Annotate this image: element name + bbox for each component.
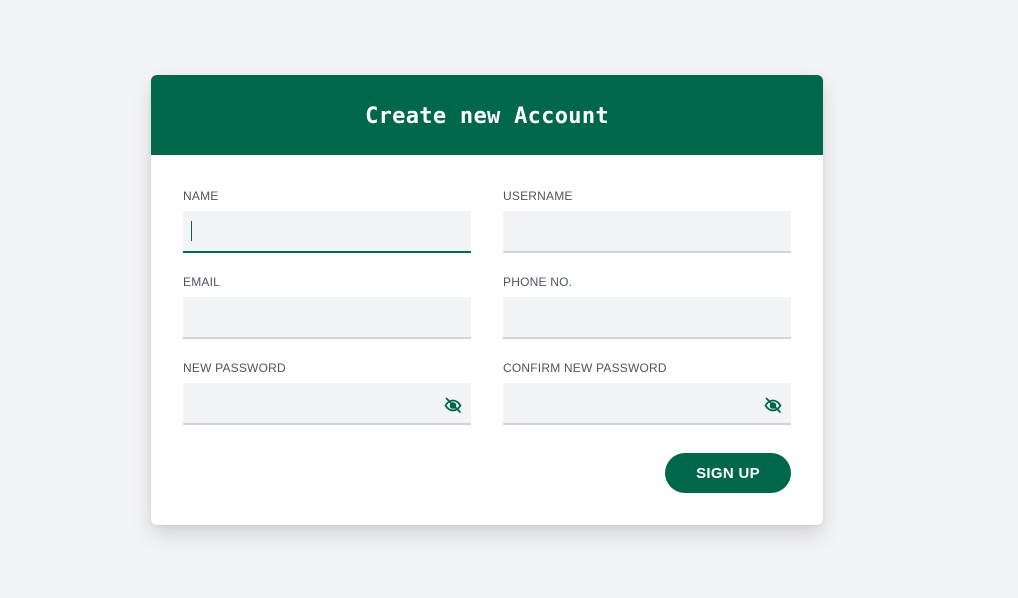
card-header: Create new Account [151, 75, 823, 155]
new-password-label: NEW PASSWORD [183, 361, 286, 375]
confirm-password-field-group: CONFIRM NEW PASSWORD [503, 360, 791, 425]
email-input-wrap [183, 297, 471, 339]
name-label: NAME [183, 189, 219, 203]
eye-off-icon[interactable] [443, 395, 463, 415]
phone-label: PHONE NO. [503, 275, 573, 289]
text-caret [191, 221, 192, 241]
eye-off-icon[interactable] [763, 395, 783, 415]
email-input[interactable] [183, 297, 471, 339]
confirm-password-input-wrap [503, 383, 791, 425]
email-field-group: EMAIL [183, 274, 471, 339]
username-label: USERNAME [503, 189, 573, 203]
email-label: EMAIL [183, 275, 221, 289]
phone-input[interactable] [503, 297, 791, 339]
sign-up-button[interactable]: SIGN UP [665, 453, 791, 493]
confirm-password-label: CONFIRM NEW PASSWORD [503, 361, 667, 375]
page-title: Create new Account [365, 103, 609, 129]
new-password-field-group: NEW PASSWORD [183, 360, 471, 425]
confirm-password-input[interactable] [503, 383, 791, 425]
username-field-group: USERNAME [503, 188, 791, 253]
signup-card: Create new Account NAME USERNAME EMAIL P… [151, 75, 823, 525]
phone-field-group: PHONE NO. [503, 274, 791, 339]
phone-input-wrap [503, 297, 791, 339]
name-input[interactable] [183, 211, 471, 253]
username-input[interactable] [503, 211, 791, 253]
new-password-input[interactable] [183, 383, 471, 425]
name-field-group: NAME [183, 188, 471, 253]
new-password-input-wrap [183, 383, 471, 425]
name-input-wrap [183, 211, 471, 253]
username-input-wrap [503, 211, 791, 253]
